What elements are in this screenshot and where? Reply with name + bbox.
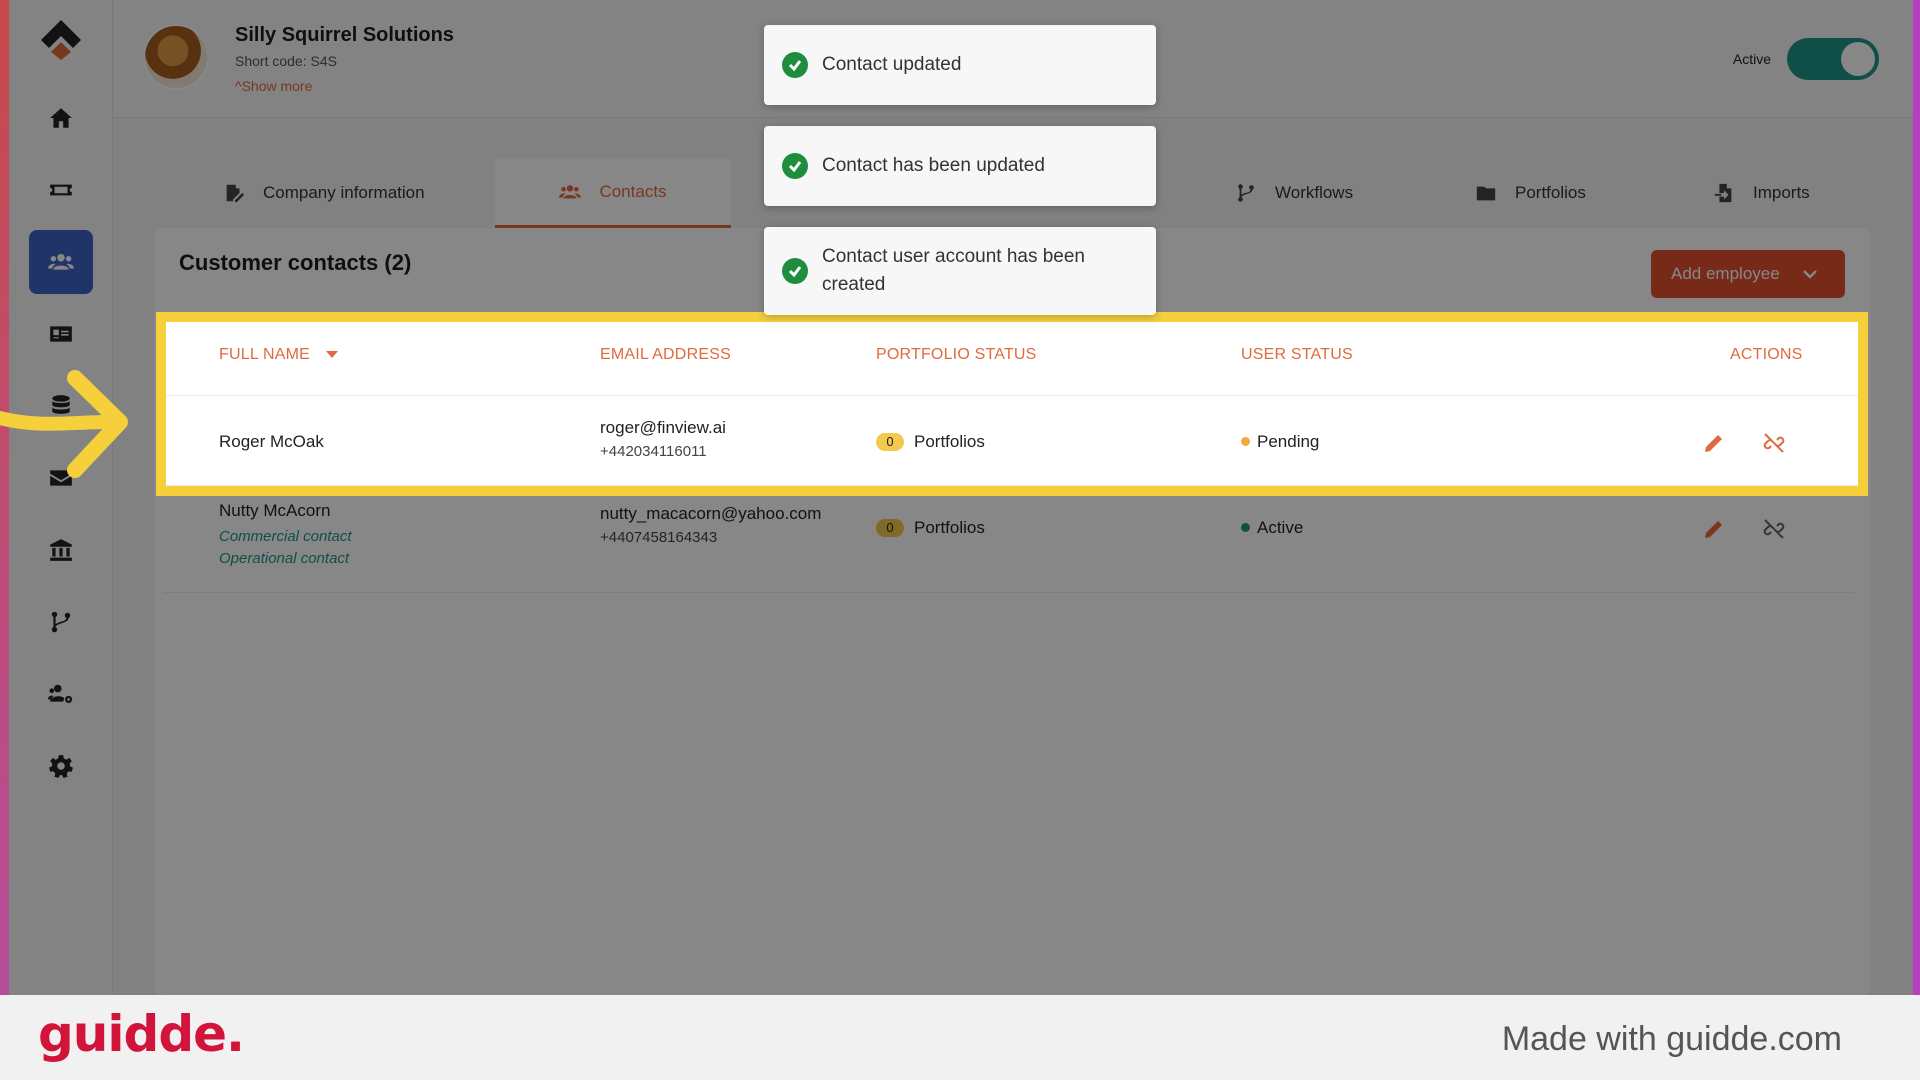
- toast-notification: Contact updated: [764, 25, 1156, 105]
- user-status-cell: Pending: [1241, 432, 1319, 452]
- made-with-text: Made with guidde.com: [1501, 1020, 1842, 1058]
- check-circle-icon: [782, 153, 808, 179]
- contact-phone: +442034116011: [600, 443, 707, 460]
- status-text: Pending: [1257, 432, 1320, 451]
- contact-name: Roger McOak: [219, 432, 324, 451]
- edit-icon[interactable]: [1702, 431, 1726, 455]
- frame-left: [0, 0, 9, 995]
- check-circle-icon: [782, 258, 808, 284]
- portfolio-count-badge: 0: [876, 433, 904, 451]
- portfolio-label: Portfolios: [914, 432, 985, 451]
- column-header-user-status: USER STATUS: [1241, 346, 1353, 363]
- toast-notification: Contact user account has been created: [764, 227, 1156, 315]
- column-header-actions: ACTIONS: [1730, 346, 1803, 363]
- highlight-box: FULL NAME EMAIL ADDRESS PORTFOLIO STATUS…: [156, 312, 1868, 496]
- table-row[interactable]: Roger McOak roger@finview.ai +4420341160…: [166, 396, 1858, 486]
- column-header-email: EMAIL ADDRESS: [600, 346, 731, 363]
- column-header-portfolio-status: PORTFOLIO STATUS: [876, 346, 1037, 363]
- check-circle-icon: [782, 52, 808, 78]
- footer-bar: guidde. Made with guidde.com: [0, 995, 1920, 1080]
- column-header-full-name[interactable]: FULL NAME: [219, 346, 339, 364]
- toast-message: Contact has been updated: [822, 155, 1045, 176]
- toast-notification: Contact has been updated: [764, 126, 1156, 206]
- contact-email-cell: roger@finview.ai +442034116011: [600, 418, 726, 460]
- pointer-arrow-icon: [0, 370, 128, 478]
- unlink-icon[interactable]: [1762, 431, 1786, 455]
- frame-right: [1913, 0, 1920, 995]
- status-dot: [1241, 437, 1250, 446]
- contact-email: roger@finview.ai: [600, 418, 726, 437]
- guidde-logo: guidde.: [38, 1005, 245, 1063]
- sort-caret-icon: [326, 351, 339, 359]
- table-header-row: FULL NAME EMAIL ADDRESS PORTFOLIO STATUS…: [166, 322, 1858, 396]
- portfolio-status-cell: 0 Portfolios: [876, 432, 985, 452]
- column-header-label: FULL NAME: [219, 346, 311, 363]
- toast-message: Contact user account has been created: [822, 246, 1086, 295]
- toast-message: Contact updated: [822, 54, 962, 75]
